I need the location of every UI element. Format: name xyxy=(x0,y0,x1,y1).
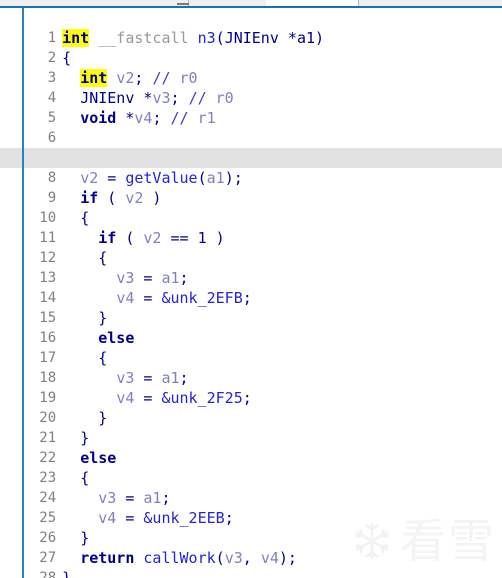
code-line[interactable]: 22 else xyxy=(0,428,502,467)
code-line[interactable]: 15 } xyxy=(0,288,502,327)
code-line[interactable]: 17 { xyxy=(0,328,502,367)
code-line[interactable]: 7 n1(a1); xyxy=(0,128,502,167)
code-line[interactable]: 20 } xyxy=(0,388,502,427)
line-number: 28 xyxy=(39,570,57,578)
code-line[interactable]: 21 } xyxy=(0,408,502,447)
code-line[interactable]: 25 v4 = &unk_2EEB; xyxy=(0,488,502,527)
code-line[interactable]: 4 JNIEnv *v3; // r0 xyxy=(0,68,502,107)
code-line[interactable]: 23 { xyxy=(0,448,502,487)
code-line[interactable]: 19 v4 = &unk_2F25; xyxy=(0,368,502,407)
code-line[interactable]: 2{ xyxy=(0,28,502,67)
code-line[interactable]: 16 else xyxy=(0,308,502,347)
code-line[interactable]: 18 v3 = a1; xyxy=(0,348,502,387)
window-chrome-strip xyxy=(0,0,502,8)
code-line[interactable]: 6 xyxy=(0,108,502,146)
code-line[interactable]: 13 v3 = a1; xyxy=(0,248,502,287)
code-line[interactable]: 28} xyxy=(0,548,502,578)
code-line[interactable]: 12 { xyxy=(0,228,502,267)
code-line[interactable]: 26 } xyxy=(0,508,502,547)
code-line[interactable]: 27 return callWork(v3, v4); xyxy=(0,528,502,567)
code-line[interactable]: 24 v3 = a1; xyxy=(0,468,502,507)
gutter-divider xyxy=(22,8,24,578)
line-code: } xyxy=(56,568,71,578)
decompiler-pseudocode-view[interactable]: 1 int __fastcall n3(JNIEnv *a1) 2{ 3 int … xyxy=(0,8,502,578)
code-line[interactable]: 9 if ( v2 ) xyxy=(0,168,502,207)
code-line[interactable]: 11 if ( v2 == 1 ) xyxy=(0,208,502,247)
code-line[interactable]: 14 v4 = &unk_2EFB; xyxy=(0,268,502,307)
code-line[interactable]: 1 int __fastcall n3(JNIEnv *a1) xyxy=(0,8,502,47)
code-line[interactable]: 10 { xyxy=(0,188,502,227)
code-line[interactable]: 5 void *v4; // r1 xyxy=(0,88,502,127)
code-line[interactable]: 3 int v2; // r0 xyxy=(0,48,502,87)
token-brace: } xyxy=(62,569,72,578)
code-line-current[interactable]: 8 v2 = getValue(a1); xyxy=(0,148,502,187)
